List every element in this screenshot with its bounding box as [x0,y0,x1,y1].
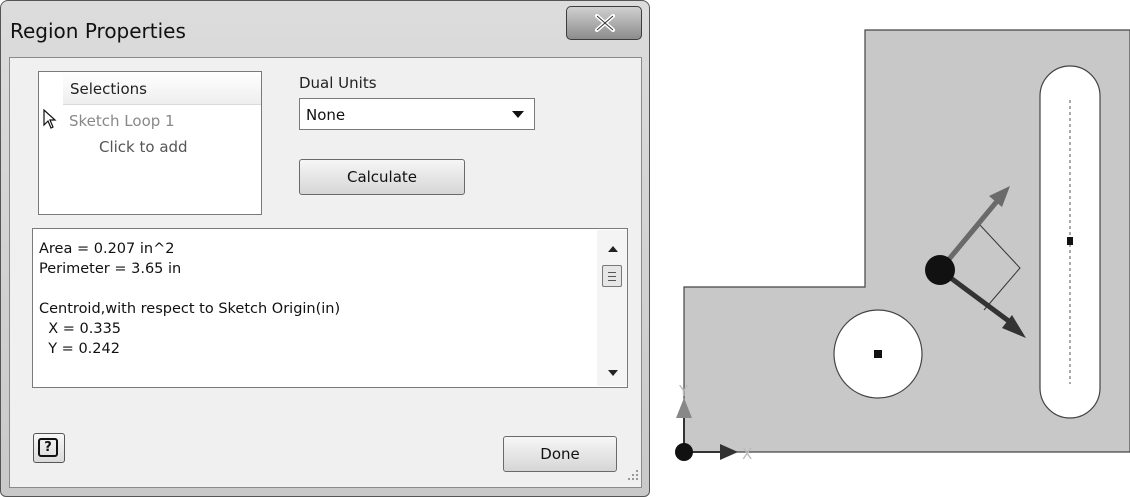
title-bar[interactable]: Region Properties [1,1,651,57]
calculate-button[interactable]: Calculate [299,159,465,195]
scroll-up-icon[interactable] [608,246,618,252]
mouse-cursor-icon [43,109,57,129]
result-line-centroid-x: X = 0.335 [39,321,122,337]
result-line-centroid-heading: Centroid,with respect to Sketch Origin(i… [39,301,341,317]
dialog-client: Selections Sketch Loop 1 Click to add Du… [9,57,642,488]
help-icon: ? [38,438,58,457]
close-button[interactable] [566,6,642,40]
axis-y-label: Y [678,382,689,400]
scroll-thumb[interactable] [602,265,622,287]
dual-units-label: Dual Units [299,74,377,92]
selections-list[interactable]: Selections Sketch Loop 1 Click to add [38,71,262,215]
result-line-centroid-y: Y = 0.242 [39,341,120,357]
result-line-area: Area = 0.207 in^2 [39,241,175,257]
sketch-canvas[interactable]: Y X [650,0,1130,497]
results-text: Area = 0.207 in^2 Perimeter = 3.65 in Ce… [39,239,340,359]
done-button[interactable]: Done [503,436,617,472]
selections-header-label: Selections [70,80,147,98]
dialog-title: Region Properties [10,19,186,43]
result-line-perimeter: Perimeter = 3.65 in [39,261,182,277]
sketch-center-point [874,350,882,358]
help-button[interactable]: ? [33,433,65,463]
dual-units-select[interactable]: None [299,98,535,130]
slot-center-point [1067,237,1073,245]
dual-units-value: None [306,106,346,124]
resize-grip-icon[interactable] [626,468,640,482]
click-to-add-hint[interactable]: Click to add [99,138,188,156]
results-textbox[interactable]: Area = 0.207 in^2 Perimeter = 3.65 in Ce… [32,228,628,388]
region-properties-dialog: Region Properties Selections Sketch Loop… [0,0,650,497]
list-item[interactable]: Sketch Loop 1 [69,112,175,130]
result-line-blank [39,279,340,299]
chevron-down-icon [512,111,524,118]
axis-x-label: X [742,445,752,463]
results-scrollbar[interactable] [597,230,627,386]
close-icon [595,14,615,32]
scroll-down-icon[interactable] [608,370,618,376]
selections-header: Selections [63,72,261,105]
